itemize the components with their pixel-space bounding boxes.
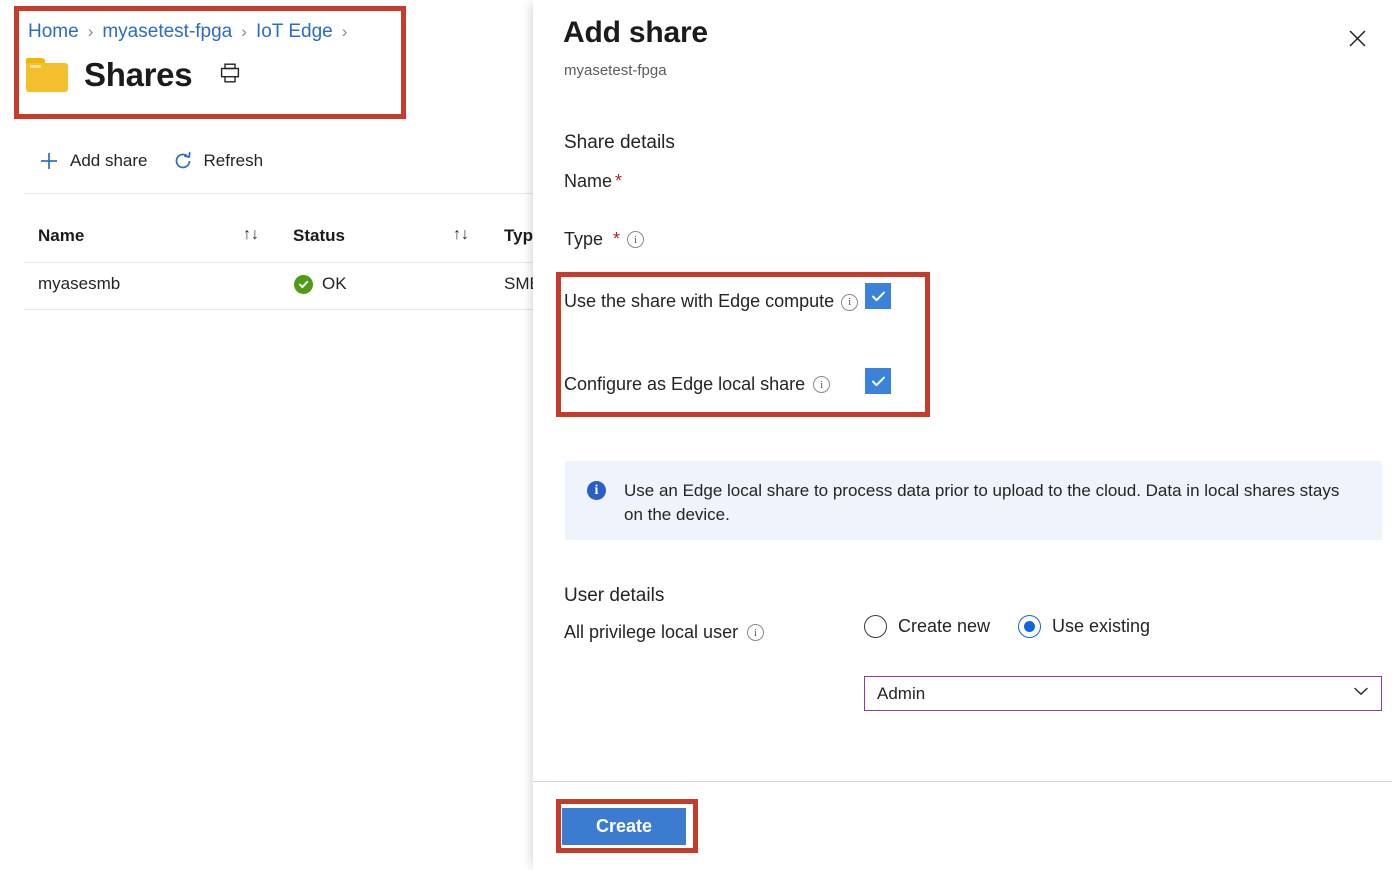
create-button[interactable]: Create — [562, 808, 686, 845]
radio-use-existing-control[interactable] — [1018, 615, 1041, 638]
radio-create-new-control[interactable] — [864, 615, 887, 638]
screenshot-root: Home › myasetest-fpga › IoT Edge › Shares — [0, 0, 1392, 870]
edge-local-share-label: Configure as Edge local share i — [564, 374, 831, 395]
edge-local-share-label-text: Configure as Edge local share — [564, 374, 806, 394]
radio-create-new-label: Create new — [898, 616, 991, 636]
required-marker: * — [615, 171, 623, 191]
breadcrumb-item-iot-edge[interactable]: IoT Edge — [256, 21, 333, 42]
radio-create-new[interactable]: Create new — [864, 615, 990, 638]
edge-compute-label-text: Use the share with Edge compute — [564, 291, 835, 311]
name-label-text: Name — [564, 171, 613, 191]
table-row-divider — [24, 309, 545, 310]
cell-status: OK — [322, 274, 347, 293]
print-icon[interactable] — [218, 61, 242, 90]
column-header-status[interactable]: Status — [293, 226, 345, 246]
info-icon[interactable]: i — [841, 293, 859, 311]
shares-table-header: Name ↑↓ Status ↑↓ Type — [38, 222, 545, 260]
sort-icon[interactable]: ↑↓ — [243, 226, 259, 244]
status-ok-icon — [294, 275, 313, 294]
refresh-icon — [172, 150, 194, 172]
add-share-panel: Add share myasetest-fpga Share details N… — [533, 0, 1392, 870]
add-share-label: Add share — [70, 151, 148, 170]
panel-title: Add share — [563, 16, 708, 49]
folder-icon — [26, 58, 68, 92]
panel-footer-divider — [533, 781, 1392, 782]
refresh-label: Refresh — [203, 151, 264, 170]
cell-share-name: myasesmb — [38, 274, 121, 293]
plus-icon — [38, 150, 60, 172]
panel-subtitle: myasetest-fpga — [564, 62, 667, 79]
breadcrumb-separator-icon: › — [87, 22, 94, 41]
shares-page: Home › myasetest-fpga › IoT Edge › Shares — [0, 0, 545, 870]
local-user-select[interactable]: Admin — [864, 676, 1382, 711]
radio-use-existing-label: Use existing — [1052, 616, 1151, 636]
page-title: Shares — [84, 56, 193, 93]
table-header-divider — [24, 262, 545, 263]
page-toolbar: Add share Refresh — [38, 150, 263, 172]
type-label-text: Type — [564, 229, 604, 249]
breadcrumb-item-home[interactable]: Home — [28, 21, 79, 42]
required-marker: * — [613, 229, 621, 249]
all-privilege-user-label-text: All privilege local user — [564, 622, 739, 642]
info-filled-icon: i — [587, 481, 606, 500]
chevron-down-icon — [1351, 681, 1371, 706]
breadcrumb-separator-icon: › — [341, 22, 348, 41]
breadcrumb: Home › myasetest-fpga › IoT Edge › — [28, 18, 356, 46]
close-icon[interactable] — [1340, 21, 1374, 55]
toolbar-divider — [24, 193, 545, 194]
refresh-button[interactable]: Refresh — [172, 150, 264, 172]
edge-compute-checkbox[interactable] — [865, 283, 891, 309]
all-privilege-user-label: All privilege local user i — [564, 622, 765, 643]
breadcrumb-item-device[interactable]: myasetest-fpga — [102, 21, 232, 42]
page-title-row: Shares — [26, 56, 242, 94]
breadcrumb-separator-icon: › — [241, 22, 247, 41]
type-field-label: Type * i — [564, 229, 645, 250]
info-icon[interactable]: i — [747, 624, 765, 641]
name-field-label: Name * — [564, 171, 622, 192]
sort-icon[interactable]: ↑↓ — [453, 226, 469, 244]
radio-use-existing[interactable]: Use existing — [1018, 615, 1150, 638]
share-details-heading: Share details — [564, 132, 675, 153]
edge-local-share-checkbox[interactable] — [865, 368, 891, 394]
edge-compute-label: Use the share with Edge compute i — [564, 288, 884, 314]
info-banner-text: Use an Edge local share to process data … — [624, 481, 1340, 524]
column-header-name[interactable]: Name — [38, 226, 84, 246]
user-details-heading: User details — [564, 585, 665, 606]
local-user-selected-value: Admin — [877, 683, 926, 703]
add-share-button[interactable]: Add share — [38, 150, 148, 172]
info-icon[interactable]: i — [627, 231, 645, 248]
info-banner: i Use an Edge local share to process dat… — [565, 461, 1382, 540]
info-icon[interactable]: i — [813, 376, 831, 393]
